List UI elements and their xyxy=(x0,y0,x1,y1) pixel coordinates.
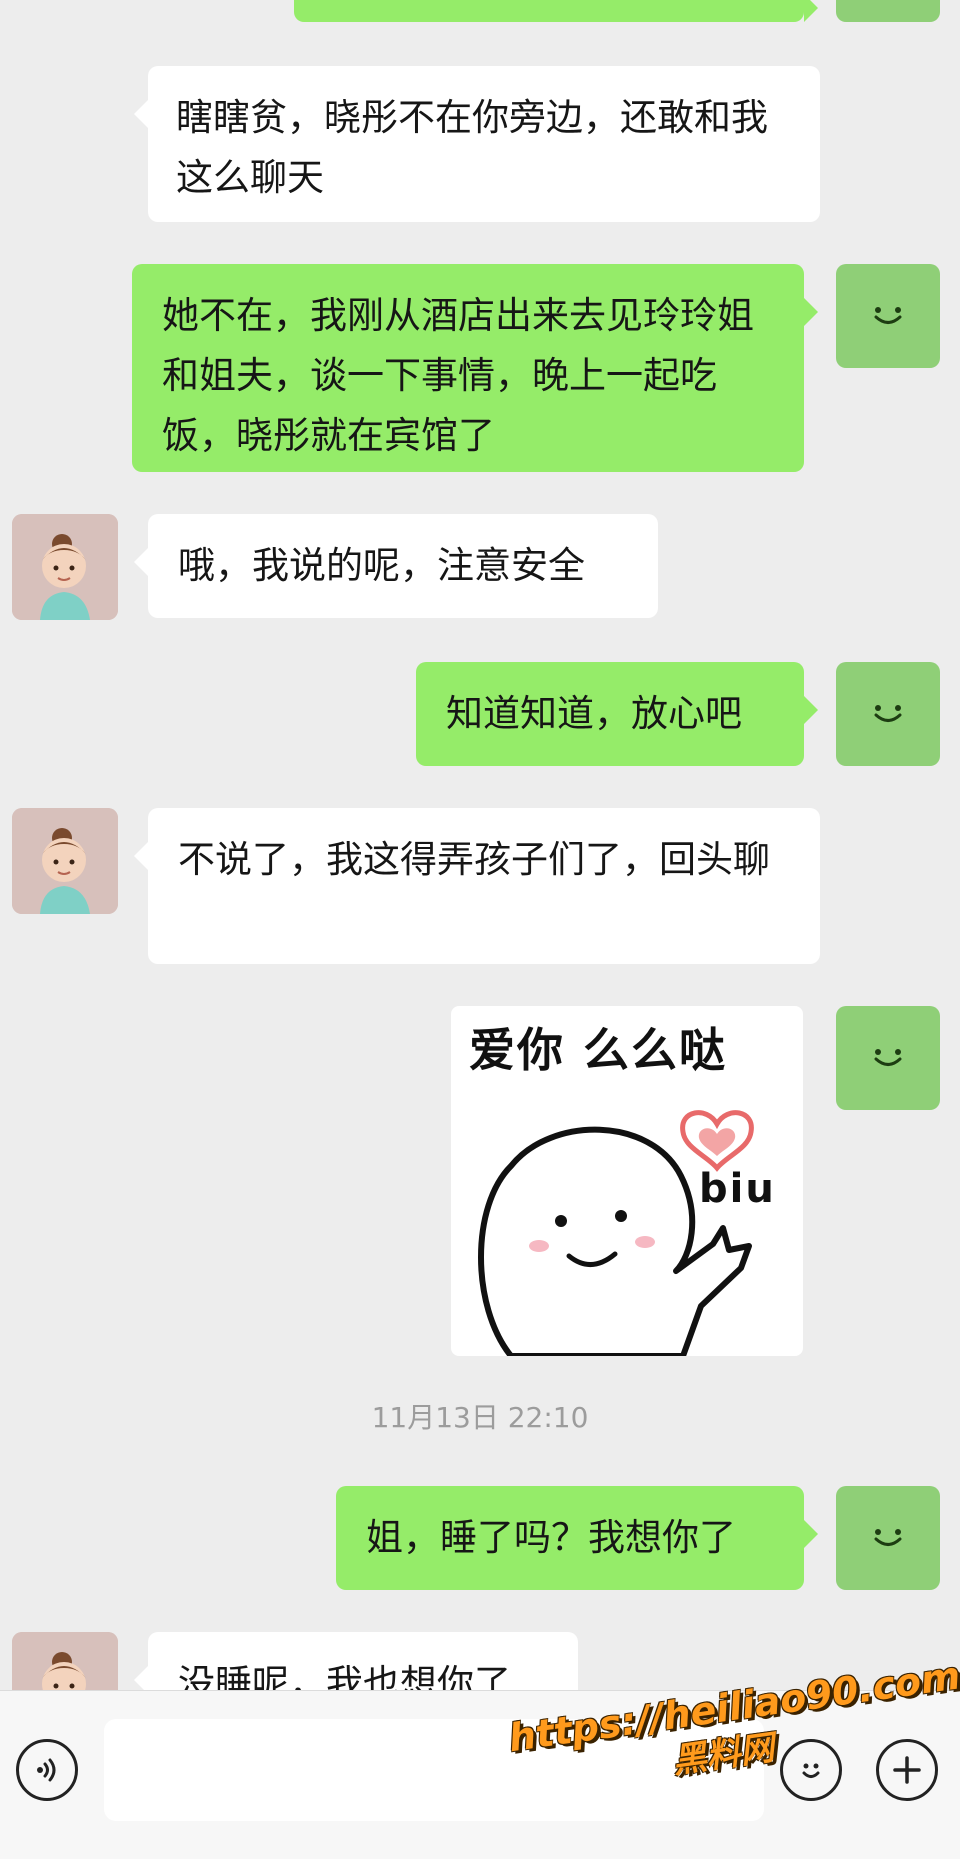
contact-avatar[interactable] xyxy=(12,514,118,620)
message-bubble-in[interactable]: 没睡呢，我也想你了 xyxy=(134,1632,578,1690)
contact-avatar[interactable] xyxy=(12,1632,118,1690)
girl-avatar-icon xyxy=(12,1632,118,1690)
message-text: 没睡呢，我也想你了 xyxy=(178,1662,511,1690)
smile-icon xyxy=(874,307,902,324)
message-bubble-out[interactable]: 她不在，我刚从酒店出来去见玲玲姐和姐夫，谈一下事情，晚上一起吃饭，晓彤就在宾馆了 xyxy=(132,264,818,472)
my-avatar[interactable] xyxy=(836,264,940,368)
chat-area[interactable]: 瞎瞎贫，晓彤不在你旁边，还敢和我这么聊天 她不在，我刚从酒店出来去见玲玲姐和姐夫… xyxy=(0,0,960,1690)
message-text: 姐，睡了吗？我想你了 xyxy=(366,1516,736,1559)
message-text: 瞎瞎贫，晓彤不在你旁边，还敢和我这么聊天 xyxy=(176,96,768,199)
message-bubble-out[interactable]: 姐，睡了吗？我想你了 xyxy=(336,1486,818,1590)
my-avatar[interactable] xyxy=(836,0,940,22)
plus-icon xyxy=(893,1756,921,1784)
sticker-caption: biu xyxy=(699,1166,776,1212)
message-text: 不说了，我这得弄孩子们了，回头聊 xyxy=(178,838,770,881)
smile-icon xyxy=(874,1529,902,1546)
message-bubble-out-partial[interactable] xyxy=(294,0,818,22)
message-bubble-in[interactable]: 不说了，我这得弄孩子们了，回头聊 xyxy=(134,808,820,964)
timestamp: 11月13日 22:10 xyxy=(371,1401,589,1434)
my-avatar[interactable] xyxy=(836,662,940,766)
message-text: 哦，我说的呢，注意安全 xyxy=(178,544,585,587)
sticker-image[interactable]: 爱你 么么哒 biu xyxy=(451,1006,803,1356)
my-avatar[interactable] xyxy=(836,1486,940,1590)
message-bubble-out[interactable]: 知道知道，放心吧 xyxy=(416,662,818,766)
smile-icon xyxy=(874,705,902,722)
voice-button[interactable] xyxy=(16,1739,78,1801)
message-text: 她不在，我刚从酒店出来去见玲玲姐和姐夫，谈一下事情，晚上一起吃饭，晓彤就在宾馆了 xyxy=(162,294,754,457)
message-bubble-in[interactable]: 瞎瞎贫，晓彤不在你旁边，还敢和我这么聊天 xyxy=(134,66,820,222)
contact-avatar[interactable] xyxy=(12,808,118,914)
message-bubble-in[interactable]: 哦，我说的呢，注意安全 xyxy=(134,514,658,618)
my-avatar[interactable] xyxy=(836,1006,940,1110)
voice-icon xyxy=(37,1758,56,1782)
smile-icon xyxy=(874,1049,902,1066)
girl-avatar-icon xyxy=(12,514,118,620)
girl-avatar-icon xyxy=(12,808,118,914)
message-text: 知道知道，放心吧 xyxy=(446,692,742,735)
